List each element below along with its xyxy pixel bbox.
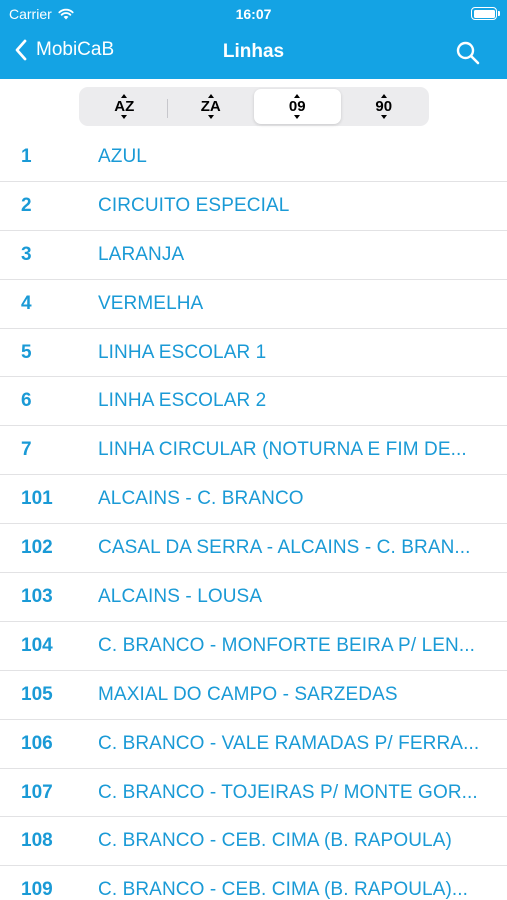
line-name: VERMELHA xyxy=(98,292,204,314)
line-row[interactable]: 109 C. BRANCO - CEB. CIMA (B. RAPOULA)... xyxy=(0,866,507,900)
line-row[interactable]: 101 ALCAINS - C. BRANCO xyxy=(0,475,507,525)
search-icon[interactable] xyxy=(455,40,481,66)
sort-az-button[interactable]: AZ xyxy=(81,89,168,124)
battery-icon xyxy=(471,7,500,20)
line-name: AZUL xyxy=(98,145,147,167)
line-number: 6 xyxy=(21,390,32,412)
line-number: 4 xyxy=(21,292,32,314)
line-name: MAXIAL DO CAMPO - SARZEDAS xyxy=(98,683,398,705)
sort-za-icon: ZA xyxy=(201,94,221,119)
line-number: 1 xyxy=(21,145,32,167)
line-row[interactable]: 3 LARANJA xyxy=(0,231,507,280)
line-name: LINHA CIRCULAR (NOTURNA E FIM DE... xyxy=(98,439,467,461)
line-name: C. BRANCO - VALE RAMADAS P/ FERRA... xyxy=(98,732,480,754)
line-name: C. BRANCO - CEB. CIMA (B. RAPOULA)... xyxy=(98,879,469,900)
line-number: 105 xyxy=(21,683,53,705)
line-number: 102 xyxy=(21,537,53,559)
sort-90-button[interactable]: 90 xyxy=(341,89,428,124)
line-name: C. BRANCO - MONFORTE BEIRA P/ LEN... xyxy=(98,634,475,656)
line-name: C. BRANCO - TOJEIRAS P/ MONTE GOR... xyxy=(98,781,478,803)
back-button[interactable]: MobiCaB xyxy=(14,39,114,61)
navigation-bar: Carrier 16:07 MobiCaB Linhas xyxy=(0,0,507,79)
line-number: 5 xyxy=(21,341,32,363)
line-name: ALCAINS - C. BRANCO xyxy=(98,488,304,510)
line-number: 101 xyxy=(21,488,53,510)
line-number: 106 xyxy=(21,732,53,754)
status-bar: Carrier 16:07 xyxy=(0,0,507,28)
line-row[interactable]: 1 AZUL xyxy=(0,133,507,182)
line-name: CIRCUITO ESPECIAL xyxy=(98,194,290,216)
line-number: 104 xyxy=(21,634,53,656)
line-name: LINHA ESCOLAR 2 xyxy=(98,390,267,412)
line-number: 3 xyxy=(21,243,32,265)
line-number: 103 xyxy=(21,585,53,607)
chevron-left-icon xyxy=(15,39,27,61)
status-time: 16:07 xyxy=(235,6,272,22)
line-number: 107 xyxy=(21,781,53,803)
line-number: 7 xyxy=(21,439,32,461)
line-row[interactable]: 105 MAXIAL DO CAMPO - SARZEDAS xyxy=(0,671,507,720)
line-row[interactable]: 6 LINHA ESCOLAR 2 xyxy=(0,377,507,427)
sort-09-icon: 09 xyxy=(289,94,306,119)
line-row[interactable]: 102 CASAL DA SERRA - ALCAINS - C. BRAN... xyxy=(0,524,507,574)
line-name: CASAL DA SERRA - ALCAINS - C. BRAN... xyxy=(98,537,471,559)
line-number: 2 xyxy=(21,194,32,216)
line-name: LINHA ESCOLAR 1 xyxy=(98,341,267,363)
line-number: 109 xyxy=(21,879,53,900)
sort-90-icon: 90 xyxy=(375,94,392,119)
line-name: C. BRANCO - CEB. CIMA (B. RAPOULA) xyxy=(98,830,452,852)
sort-09-button[interactable]: 09 xyxy=(254,89,341,124)
line-row[interactable]: 104 C. BRANCO - MONFORTE BEIRA P/ LEN... xyxy=(0,622,507,671)
line-row[interactable]: 103 ALCAINS - LOUSA xyxy=(0,573,507,622)
line-row[interactable]: 4 VERMELHA xyxy=(0,280,507,329)
line-number: 108 xyxy=(21,830,53,852)
sort-az-icon: AZ xyxy=(114,94,134,119)
line-row[interactable]: 5 LINHA ESCOLAR 1 xyxy=(0,329,507,378)
sort-za-button[interactable]: ZA xyxy=(168,89,255,124)
line-row[interactable]: 107 C. BRANCO - TOJEIRAS P/ MONTE GOR... xyxy=(0,769,507,818)
sort-segmented-control: AZ ZA 09 90 xyxy=(79,87,429,126)
line-row[interactable]: 2 CIRCUITO ESPECIAL xyxy=(0,182,507,231)
line-row[interactable]: 108 C. BRANCO - CEB. CIMA (B. RAPOULA) xyxy=(0,817,507,867)
back-label: MobiCaB xyxy=(36,39,115,60)
lines-list: 1 AZUL 2 CIRCUITO ESPECIAL 3 LARANJA 4 VERME… xyxy=(0,133,507,900)
line-name: ALCAINS - LOUSA xyxy=(98,585,263,607)
line-row[interactable]: 7 LINHA CIRCULAR (NOTURNA E FIM DE... xyxy=(0,426,507,476)
line-name: LARANJA xyxy=(98,243,185,265)
line-row[interactable]: 106 C. BRANCO - VALE RAMADAS P/ FERRA... xyxy=(0,720,507,769)
